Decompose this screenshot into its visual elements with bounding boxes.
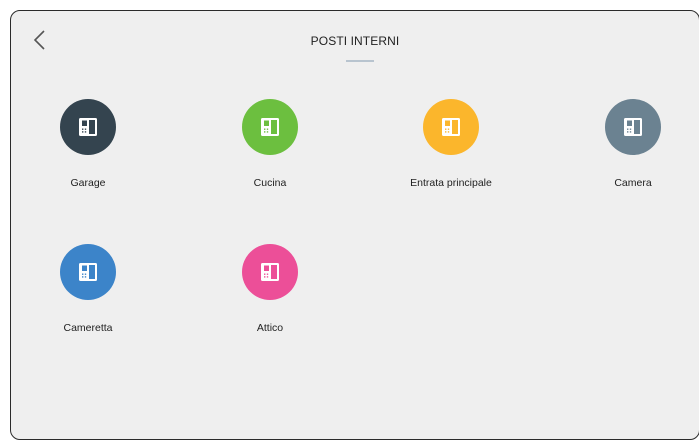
device-tile-entrata-principale[interactable]: Entrata principale: [376, 99, 526, 189]
device-tile-cucina[interactable]: Cucina: [195, 99, 345, 189]
device-circle: [423, 99, 479, 155]
device-circle: [60, 99, 116, 155]
intercom-icon: [79, 263, 97, 281]
device-label: Entrata principale: [410, 177, 492, 189]
page-title: POSTI INTERNI: [310, 34, 400, 48]
device-tile-garage[interactable]: Garage: [13, 99, 163, 189]
device-label: Garage: [70, 177, 106, 189]
intercom-screen: POSTI INTERNI Garage Cucina Entrata prin…: [10, 10, 699, 440]
device-label: Cameretta: [63, 322, 113, 334]
title-underline: [346, 60, 374, 62]
device-circle: [60, 244, 116, 300]
device-tile-camera[interactable]: Camera: [558, 99, 699, 189]
device-circle: [605, 99, 661, 155]
device-label: Cucina: [253, 177, 287, 189]
intercom-icon: [624, 118, 642, 136]
device-tile-attico[interactable]: Attico: [195, 244, 345, 334]
device-circle: [242, 99, 298, 155]
intercom-icon: [442, 118, 460, 136]
device-label: Attico: [256, 322, 284, 334]
device-label: Camera: [614, 177, 652, 189]
intercom-icon: [261, 118, 279, 136]
device-circle: [242, 244, 298, 300]
device-tile-cameretta[interactable]: Cameretta: [13, 244, 163, 334]
intercom-icon: [79, 118, 97, 136]
intercom-icon: [261, 263, 279, 281]
